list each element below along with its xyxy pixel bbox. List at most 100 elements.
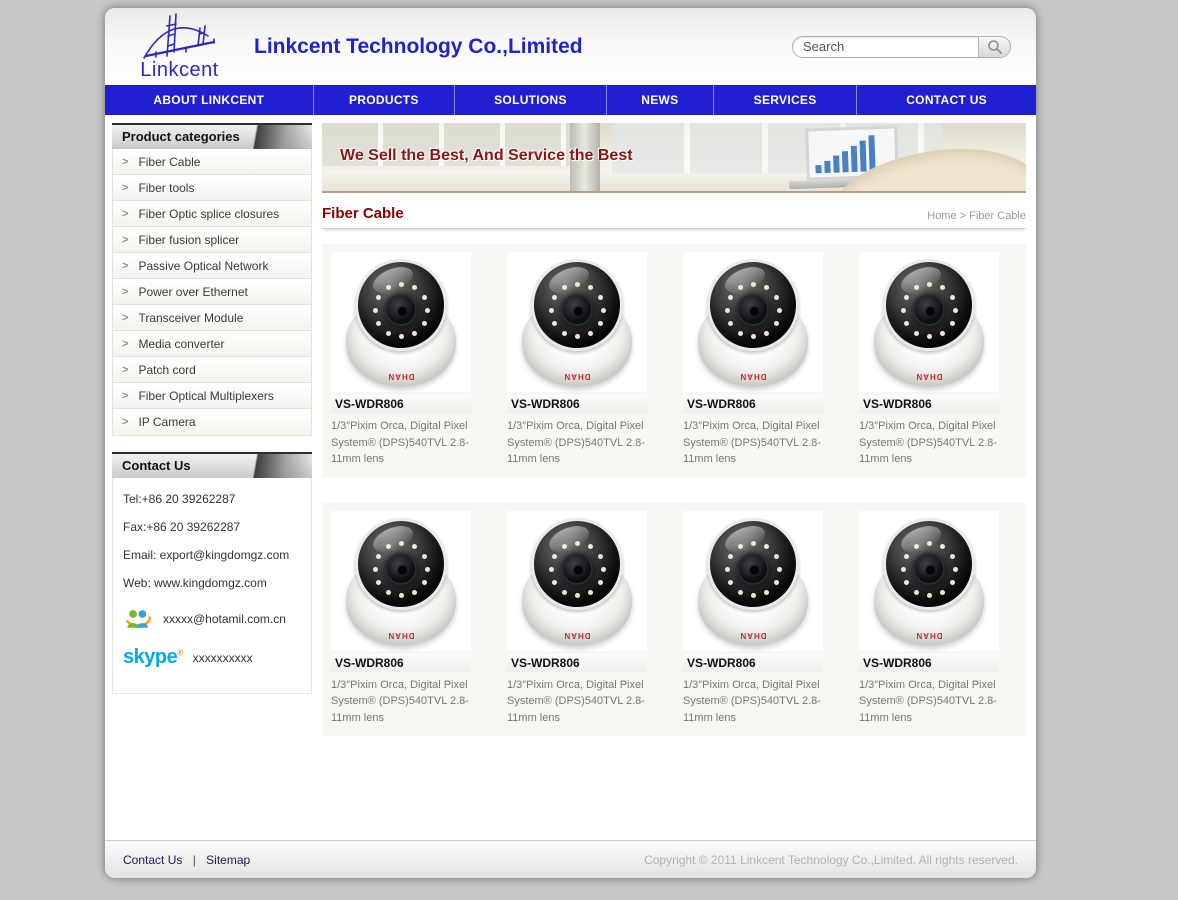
header-swoosh-decoration bbox=[220, 454, 312, 478]
page-title: Fiber Cable bbox=[322, 205, 404, 222]
chevron-right-icon: > bbox=[122, 390, 128, 402]
msn-address: xxxxx@hotamil.com.cn bbox=[163, 612, 286, 626]
skype-id: xxxxxxxxxx bbox=[193, 651, 253, 665]
camera-brand-mark: DHAN bbox=[563, 631, 590, 640]
main-content: We Sell the Best, And Service the Best F… bbox=[322, 123, 1026, 840]
sidebar-item-ip-camera[interactable]: >IP Camera bbox=[113, 409, 311, 435]
sidebar: Product categories >Fiber Cable >Fiber t… bbox=[112, 123, 312, 840]
product-name[interactable]: VS-WDR806 bbox=[683, 395, 823, 413]
logo[interactable]: Linkcent bbox=[117, 12, 242, 82]
nav-contact-us[interactable]: CONTACT US bbox=[856, 85, 1036, 115]
camera-lens bbox=[737, 294, 769, 326]
product-description: 1/3″Pixim Orca, Digital Pixel System® (D… bbox=[331, 677, 483, 727]
product-card: DHAN VS-WDR806 1/3″Pixim Orca, Digital P… bbox=[322, 503, 498, 737]
product-card: DHAN VS-WDR806 1/3″Pixim Orca, Digital P… bbox=[850, 503, 1026, 737]
product-categories-header: Product categories bbox=[112, 123, 312, 149]
page-title-row: Fiber Cable Home > Fiber Cable bbox=[322, 205, 1026, 229]
camera-lens bbox=[913, 553, 945, 585]
product-name[interactable]: VS-WDR806 bbox=[859, 395, 999, 413]
camera-highlight bbox=[369, 520, 416, 556]
camera-brand-mark: DHAN bbox=[915, 372, 942, 381]
contact-web[interactable]: Web: www.kingdomgz.com bbox=[123, 576, 301, 590]
camera-highlight bbox=[545, 520, 592, 556]
product-image[interactable]: DHAN bbox=[859, 252, 999, 392]
contact-tel: Tel:+86 20 39262287 bbox=[123, 492, 301, 506]
sidebar-item-media-converter[interactable]: >Media converter bbox=[113, 331, 311, 357]
category-label: Media converter bbox=[138, 337, 224, 351]
sidebar-item-transceiver-module[interactable]: >Transceiver Module bbox=[113, 305, 311, 331]
skype-logo: skype® bbox=[123, 646, 183, 669]
category-label: Fiber Optic splice closures bbox=[138, 207, 279, 221]
camera-highlight bbox=[545, 262, 592, 298]
camera-highlight bbox=[721, 520, 768, 556]
category-label: Fiber fusion splicer bbox=[138, 233, 239, 247]
sidebar-item-patch-cord[interactable]: >Patch cord bbox=[113, 357, 311, 383]
sidebar-item-fiber-optic-splice-closures[interactable]: >Fiber Optic splice closures bbox=[113, 201, 311, 227]
sidebar-item-power-over-ethernet[interactable]: >Power over Ethernet bbox=[113, 279, 311, 305]
contact-us-header: Contact Us bbox=[112, 452, 312, 478]
product-name[interactable]: VS-WDR806 bbox=[507, 654, 647, 672]
contact-email[interactable]: Email: export@kingdomgz.com bbox=[123, 548, 301, 562]
product-image[interactable]: DHAN bbox=[683, 511, 823, 651]
site-footer: Contact Us | Sitemap Copyright © 2011 Li… bbox=[105, 840, 1036, 878]
search-input[interactable] bbox=[793, 37, 978, 57]
camera-brand-mark: DHAN bbox=[387, 372, 414, 381]
product-image[interactable]: DHAN bbox=[683, 252, 823, 392]
product-name[interactable]: VS-WDR806 bbox=[859, 654, 999, 672]
camera-brand-mark: DHAN bbox=[387, 631, 414, 640]
product-image[interactable]: DHAN bbox=[507, 252, 647, 392]
category-label: Transceiver Module bbox=[138, 311, 243, 325]
sidebar-item-fiber-tools[interactable]: >Fiber tools bbox=[113, 175, 311, 201]
skype-contact-row[interactable]: skype® xxxxxxxxxx bbox=[123, 646, 301, 669]
nav-solutions[interactable]: SOLUTIONS bbox=[454, 85, 606, 115]
product-image[interactable]: DHAN bbox=[859, 511, 999, 651]
product-description: 1/3″Pixim Orca, Digital Pixel System® (D… bbox=[507, 677, 659, 727]
camera-lens bbox=[561, 294, 593, 326]
product-description: 1/3″Pixim Orca, Digital Pixel System® (D… bbox=[507, 418, 659, 468]
product-image[interactable]: DHAN bbox=[331, 511, 471, 651]
category-label: Patch cord bbox=[138, 363, 195, 377]
product-image[interactable]: DHAN bbox=[331, 252, 471, 392]
product-description: 1/3″Pixim Orca, Digital Pixel System® (D… bbox=[859, 418, 1011, 468]
camera-lens bbox=[385, 294, 417, 326]
product-name[interactable]: VS-WDR806 bbox=[507, 395, 647, 413]
nav-news[interactable]: NEWS bbox=[606, 85, 713, 115]
sidebar-item-fiber-optical-multiplexers[interactable]: > Fiber Optical Multiplexers bbox=[113, 383, 311, 409]
search-button[interactable] bbox=[978, 36, 1010, 58]
sidebar-item-fiber-fusion-splicer[interactable]: > Fiber fusion splicer bbox=[113, 227, 311, 253]
product-card: DHAN VS-WDR806 1/3″Pixim Orca, Digital P… bbox=[674, 244, 850, 478]
product-card: DHAN VS-WDR806 1/3″Pixim Orca, Digital P… bbox=[850, 244, 1026, 478]
camera-brand-mark: DHAN bbox=[739, 631, 766, 640]
product-name[interactable]: VS-WDR806 bbox=[331, 395, 471, 413]
sidebar-item-fiber-cable[interactable]: >Fiber Cable bbox=[113, 149, 311, 175]
nav-about-linkcent[interactable]: ABOUT LINKCENT bbox=[105, 85, 313, 115]
chevron-right-icon: > bbox=[122, 286, 128, 298]
product-card: DHAN VS-WDR806 1/3″Pixim Orca, Digital P… bbox=[674, 503, 850, 737]
product-card: DHAN VS-WDR806 1/3″Pixim Orca, Digital P… bbox=[322, 244, 498, 478]
nav-products[interactable]: PRODUCTS bbox=[313, 85, 455, 115]
footer-contact-us-link[interactable]: Contact Us bbox=[123, 853, 182, 867]
nav-services[interactable]: SERVICES bbox=[713, 85, 856, 115]
contact-us-title: Contact Us bbox=[122, 458, 191, 473]
camera-dome bbox=[355, 518, 447, 610]
camera-lens bbox=[737, 553, 769, 585]
msn-contact-row[interactable]: xxxxx@hotamil.com.cn bbox=[123, 604, 301, 634]
product-card: DHAN VS-WDR806 1/3″Pixim Orca, Digital P… bbox=[498, 244, 674, 478]
footer-sitemap-link[interactable]: Sitemap bbox=[206, 853, 250, 867]
category-label: Fiber Optical Multiplexers bbox=[138, 389, 273, 403]
camera-lens bbox=[913, 294, 945, 326]
product-name[interactable]: VS-WDR806 bbox=[683, 654, 823, 672]
bridge-logo-icon bbox=[130, 12, 230, 60]
camera-dome bbox=[531, 259, 623, 351]
contact-fax: Fax:+86 20 39262287 bbox=[123, 520, 301, 534]
camera-lens bbox=[561, 553, 593, 585]
camera-brand-mark: DHAN bbox=[739, 372, 766, 381]
sidebar-item-passive-optical-network[interactable]: >Passive Optical Network bbox=[113, 253, 311, 279]
chevron-right-icon: > bbox=[122, 234, 128, 246]
breadcrumb[interactable]: Home > Fiber Cable bbox=[927, 210, 1026, 222]
product-grid-row-1: DHAN VS-WDR806 1/3″Pixim Orca, Digital P… bbox=[322, 244, 1026, 478]
product-name[interactable]: VS-WDR806 bbox=[331, 654, 471, 672]
footer-links: Contact Us | Sitemap bbox=[123, 853, 250, 867]
product-image[interactable]: DHAN bbox=[507, 511, 647, 651]
camera-highlight bbox=[897, 520, 944, 556]
